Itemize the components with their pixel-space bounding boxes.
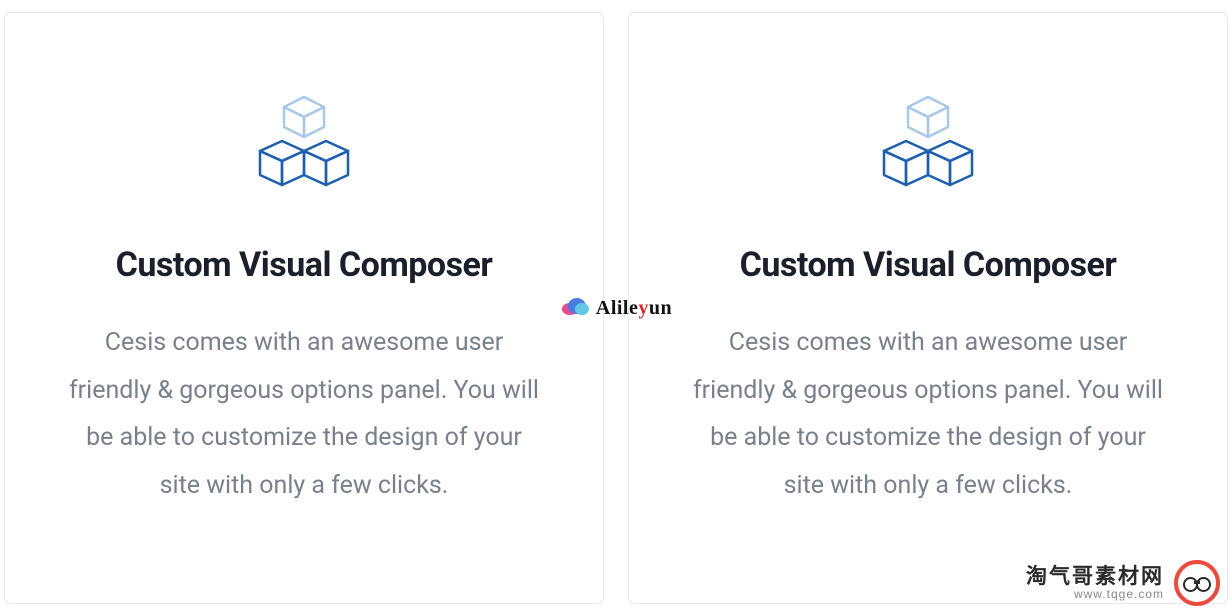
cubes-icon: [249, 93, 359, 197]
cards-row: Custom Visual Composer Cesis comes with …: [0, 0, 1232, 616]
feature-card: Custom Visual Composer Cesis comes with …: [4, 12, 604, 604]
cubes-icon: [873, 93, 983, 197]
card-title: Custom Visual Composer: [740, 245, 1117, 285]
card-description: Cesis comes with an awesome user friendl…: [64, 319, 544, 509]
card-description: Cesis comes with an awesome user friendl…: [688, 319, 1168, 509]
card-title: Custom Visual Composer: [116, 245, 493, 285]
feature-card: Custom Visual Composer Cesis comes with …: [628, 12, 1228, 604]
